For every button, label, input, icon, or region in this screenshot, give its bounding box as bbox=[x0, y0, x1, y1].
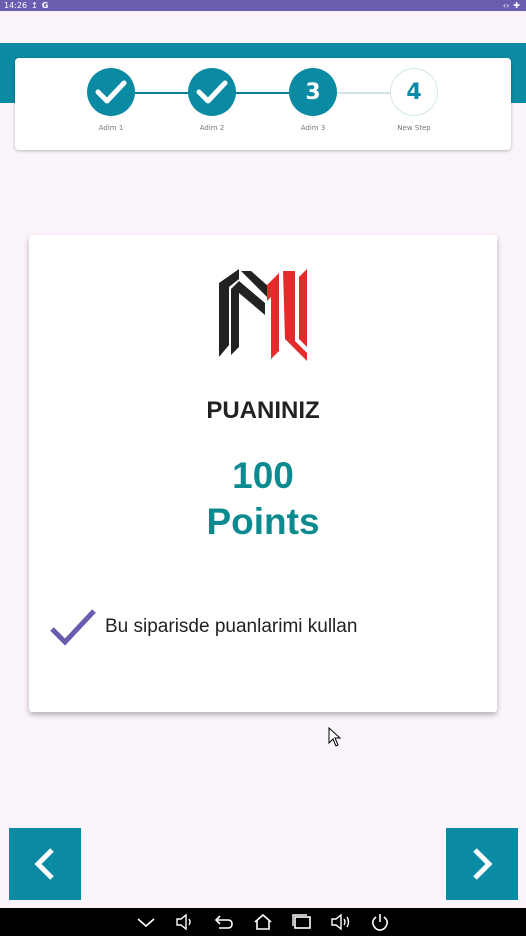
step-4-circle[interactable]: 4 bbox=[390, 68, 438, 116]
upload-icon: ↥ bbox=[31, 1, 38, 10]
points-unit: Points bbox=[206, 501, 320, 542]
points-amount: 100 bbox=[232, 455, 294, 496]
points-title: PUANINIZ bbox=[206, 397, 320, 424]
home-icon[interactable] bbox=[252, 912, 274, 932]
system-nav-bar bbox=[0, 908, 526, 936]
step-3-circle[interactable]: 3 bbox=[289, 68, 337, 116]
step-2-circle[interactable] bbox=[188, 68, 236, 116]
recents-icon[interactable] bbox=[291, 912, 313, 932]
brand-logo bbox=[219, 269, 307, 361]
step-3-label: Adim 3 bbox=[300, 124, 326, 132]
plus-icon: ✚ bbox=[513, 1, 520, 10]
back-icon[interactable] bbox=[213, 912, 235, 932]
step-2-label: Adim 2 bbox=[199, 124, 225, 132]
step-4-label: New Step bbox=[397, 124, 431, 132]
use-points-checkbox[interactable]: Bu siparisde puanlarimi kullan bbox=[49, 607, 357, 647]
power-icon[interactable] bbox=[369, 912, 391, 932]
points-value: 100 Points bbox=[29, 453, 497, 545]
back-button[interactable] bbox=[9, 828, 81, 900]
status-bar: 14:26 ↥ G ‹› ✚ bbox=[0, 0, 526, 11]
collapse-icon[interactable] bbox=[135, 912, 157, 932]
check-icon bbox=[196, 80, 228, 104]
next-button[interactable] bbox=[446, 828, 518, 900]
step-1-circle[interactable] bbox=[87, 68, 135, 116]
mouse-cursor-icon bbox=[328, 727, 342, 747]
step-4-number: 4 bbox=[406, 79, 422, 105]
use-points-label[interactable]: Bu siparisde puanlarimi kullan bbox=[105, 616, 357, 638]
stepper: Adim 1 Adim 2 3 Adim 3 4 New Step bbox=[15, 58, 511, 150]
volume-down-icon[interactable] bbox=[174, 912, 196, 932]
volume-up-icon[interactable] bbox=[330, 912, 352, 932]
chevron-left-icon bbox=[34, 848, 54, 880]
status-time: 14:26 bbox=[4, 1, 28, 10]
checkmark-icon[interactable] bbox=[49, 607, 97, 647]
google-icon: G bbox=[41, 1, 49, 10]
step-1-label: Adim 1 bbox=[98, 124, 124, 132]
code-icon: ‹› bbox=[502, 1, 510, 10]
step-3-number: 3 bbox=[305, 79, 321, 105]
chevron-right-icon bbox=[473, 848, 493, 880]
check-icon bbox=[95, 80, 127, 104]
points-card: PUANINIZ 100 Points Bu siparisde puanlar… bbox=[29, 235, 497, 712]
